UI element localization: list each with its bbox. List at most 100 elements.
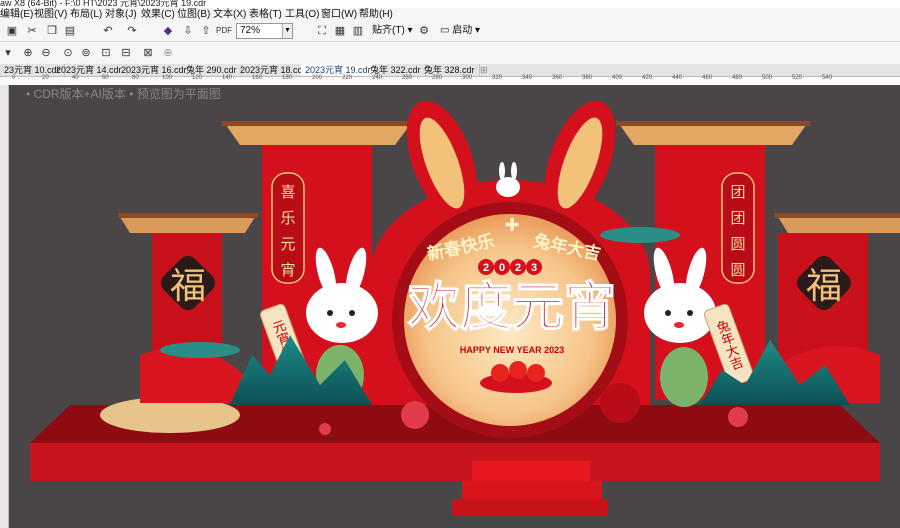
menu-effects[interactable]: 效果(C) (141, 8, 175, 21)
right-couplet-char: 圆 (730, 237, 745, 253)
paste-icon[interactable]: ▤ (62, 23, 78, 39)
zoom-all-icon[interactable]: ⊚ (78, 45, 94, 61)
right-couplet-char: 团 (730, 184, 745, 201)
year-digit: 2 (515, 262, 521, 274)
title-bar: aw X8 (64-Bit) - F:\0 HT\2023 元宵\2023元宵 … (0, 0, 900, 8)
ruler-label: 200 (312, 75, 323, 81)
right-outer-roof (778, 217, 900, 233)
left-tall-roof (226, 125, 410, 145)
fu-left: 福 (170, 266, 206, 306)
ruler-label: 480 (732, 75, 743, 81)
year-digit: 3 (531, 262, 537, 274)
menu-window[interactable]: 窗口(W) (321, 8, 357, 21)
undo-icon[interactable]: ↶ (100, 23, 116, 39)
ruler-label: 300 (462, 75, 473, 81)
menu-layout[interactable]: 布局(L) (70, 8, 102, 21)
menu-table[interactable]: 表格(T) (249, 8, 282, 21)
window-title: aw X8 (64-Bit) - F:\0 HT\2023 元宵\2023元宵 … (0, 0, 207, 8)
zoom-level-dropdown[interactable]: 72% ▼ (236, 23, 293, 39)
right-couplet-char: 团 (730, 210, 745, 227)
ruler-label: 420 (642, 75, 653, 81)
dropdown-arrow-icon[interactable]: ▾ (0, 45, 16, 61)
zoom-selected-icon[interactable]: ⊙ (60, 45, 76, 61)
left-couplet-char: 宵 (280, 262, 295, 279)
full-screen-icon[interactable]: ⛶ (314, 23, 330, 39)
year-digit: 2 (483, 262, 489, 274)
menu-object[interactable]: 对象(J) (105, 8, 137, 21)
zoom-height-icon[interactable]: ⊠ (140, 45, 156, 61)
ruler-label: 60 (102, 75, 109, 81)
zoom-in-icon[interactable]: ⊕ (20, 45, 36, 61)
document-tab[interactable]: 2023元宵 18.cdr (236, 64, 311, 76)
stage-front (30, 443, 880, 481)
zoom-width-icon[interactable]: ⊟ (118, 45, 134, 61)
main-title: 欢度元宵 (407, 279, 616, 337)
launch-dropdown[interactable]: ▭ 启动 ▾ (440, 23, 480, 39)
ruler-label: 220 (342, 75, 353, 81)
menu-bitmap[interactable]: 位图(B) (177, 8, 210, 21)
stage-step-2 (462, 481, 602, 499)
bunny-left-head (306, 283, 378, 343)
ruler-label: 460 (702, 75, 713, 81)
document-tab[interactable]: 2023元宵 14.cdr (52, 64, 127, 76)
ruler-label: 100 (162, 75, 173, 81)
new-tab-icon[interactable]: ⊞ (476, 64, 492, 76)
chevron-down-icon: ▼ (282, 24, 292, 38)
document-tab[interactable]: 兔年 290.cdr (182, 64, 242, 76)
menu-view[interactable]: 视图(V) (34, 8, 67, 21)
snap-to-dropdown[interactable]: 贴齐(T) ▾ (372, 23, 413, 39)
ruler-label: 280 (432, 75, 443, 81)
save-icon[interactable]: ▣ (4, 23, 20, 39)
zoom-level-value: 72% (240, 25, 261, 36)
ruler-label: 360 (552, 75, 563, 81)
stage-step-3 (452, 499, 608, 516)
standard-toolbar: ▣ ✂ ❐ ▤ ↶ ↷ ◆ ⇩ ⇧ PDF 72% ▼ ⛶ ▦ ▥ 贴齐(T) … (0, 21, 900, 42)
menu-bar: 编辑(E) 视图(V) 布局(L) 对象(J) 效果(C) 位图(B) 文本(X… (0, 8, 900, 22)
ruler-label: 0 (12, 75, 16, 81)
cut-icon[interactable]: ✂ (24, 23, 40, 39)
copy-icon[interactable]: ❐ (44, 23, 60, 39)
stage-design-artwork[interactable]: 福 喜 乐 元 宵 团 团 圆 圆 福 新春快乐 兔年大吉 ✚ 2 0 2 3 … (0, 85, 900, 528)
menu-help[interactable]: 帮助(H) (359, 8, 393, 21)
import-icon[interactable]: ⇩ (180, 23, 196, 39)
add-icon[interactable]: ⊕ (160, 45, 176, 61)
menu-text[interactable]: 文本(X) (213, 8, 246, 21)
left-couplet-char: 乐 (280, 210, 295, 227)
lantern-ball (319, 423, 331, 435)
ruler-label: 120 (192, 75, 203, 81)
ruler-label: 40 (72, 75, 79, 81)
pdf-icon[interactable]: PDF (216, 23, 232, 39)
ruler-label: 160 (252, 75, 263, 81)
lantern-ball (401, 401, 429, 429)
right-couplet-char: 圆 (730, 263, 745, 279)
ruler-label: 180 (282, 75, 293, 81)
happy-new-year-text: HAPPY NEW YEAR 2023 (460, 345, 564, 355)
ruler-label: 540 (822, 75, 833, 81)
zoom-out-icon[interactable]: ⊖ (38, 45, 54, 61)
redo-icon[interactable]: ↷ (124, 23, 140, 39)
menu-tools[interactable]: 工具(O) (285, 8, 319, 21)
search-content-icon[interactable]: ◆ (160, 23, 176, 39)
export-icon[interactable]: ⇧ (198, 23, 214, 39)
document-tab[interactable]: 2023元宵 16.cdr (117, 64, 192, 76)
lantern-ball (600, 383, 640, 423)
ruler-label: 140 (222, 75, 233, 81)
year-digit: 0 (499, 262, 505, 274)
small-bunny-top (496, 177, 520, 197)
vertical-ruler[interactable] (0, 85, 9, 528)
rulers-icon[interactable]: ▦ (332, 23, 348, 39)
ruler-label: 240 (372, 75, 383, 81)
zoom-page-icon[interactable]: ⊡ (98, 45, 114, 61)
grid-icon[interactable]: ▥ (350, 23, 366, 39)
stage-step-1 (472, 461, 590, 481)
left-outer-roof (120, 217, 255, 233)
ruler-label: 440 (672, 75, 683, 81)
left-couplet-char: 元 (280, 237, 295, 253)
gear-icon[interactable]: ⚙ (416, 23, 432, 39)
zoom-toolbar: ▾ ⊕ ⊖ ⊙ ⊚ ⊡ ⊟ ⊠ ⊕ (0, 42, 900, 65)
menu-edit[interactable]: 编辑(E) (0, 8, 33, 21)
ruler-label: 500 (762, 75, 773, 81)
drawing-canvas[interactable]: • CDR版本+AI版本 • 预览图为平面图 福 喜 乐 元 宵 团 团 圆 圆… (0, 85, 900, 528)
launch-label: 启动 (452, 25, 473, 36)
snap-to-label: 贴齐(T) (372, 25, 405, 36)
